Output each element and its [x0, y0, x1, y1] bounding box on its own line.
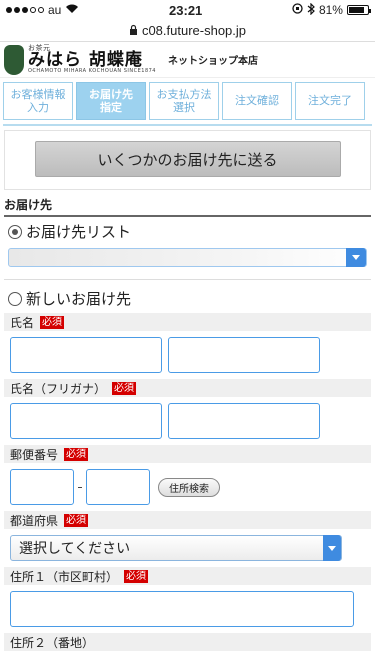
address1-fields — [4, 585, 371, 633]
status-right: 81% — [292, 2, 371, 18]
status-left: au — [6, 3, 79, 17]
prefecture-select-value: 選択してください — [19, 541, 131, 557]
zip-label: 郵便番号 必須 — [4, 445, 371, 463]
delivery-list-radio[interactable] — [8, 224, 22, 239]
last-name-input[interactable] — [10, 337, 162, 373]
pref-label-text: 都道府県 — [10, 513, 59, 528]
divider — [4, 279, 371, 280]
signal-icon — [6, 7, 44, 13]
last-name-kana-input[interactable] — [10, 403, 162, 439]
address1-label: 住所１（市区町村） 必須 — [4, 567, 371, 585]
new-address-form: 氏名 必須 氏名（フリガナ） 必須 郵便番号 必須 住所検索 都道府県 必須 選… — [4, 313, 371, 651]
chevron-down-icon — [323, 535, 341, 561]
status-bar: au 23:21 81% — [0, 0, 375, 20]
name-label-text: 氏名 — [10, 315, 35, 330]
checkout-step-2[interactable]: お届け先 指定 — [76, 82, 146, 120]
delivery-list-select[interactable] — [8, 248, 367, 267]
url-text: c08.future-shop.jp — [141, 23, 247, 38]
checkout-step-3[interactable]: お支払方法 選択 — [149, 82, 219, 120]
first-name-kana-input[interactable] — [168, 403, 320, 439]
site-header: お茶元 みはら 胡蝶庵 OCHAMOTO MIHARA KOCHOUAN SIN… — [0, 42, 375, 78]
required-badge: 必須 — [40, 315, 65, 329]
tea-pot-logo-icon — [4, 44, 24, 75]
zip-fields: 住所検索 — [4, 463, 371, 511]
steps-divider — [3, 124, 372, 126]
name-label: 氏名 必須 — [4, 313, 371, 331]
required-badge: 必須 — [112, 381, 137, 395]
checkout-step-4[interactable]: 注文確認 — [222, 82, 292, 120]
checkout-steps: お客様情報 入力 お届け先 指定 お支払方法 選択 注文確認 注文完了 — [0, 78, 375, 124]
lock-icon — [129, 23, 138, 38]
checkout-step-5[interactable]: 注文完了 — [295, 82, 365, 120]
prefecture-select[interactable]: 選択してください — [10, 535, 342, 561]
zip-dash — [78, 486, 82, 488]
multi-delivery-button[interactable]: いくつかのお届け先に送る — [34, 141, 341, 177]
address1-input[interactable] — [10, 591, 354, 627]
battery-icon — [346, 5, 371, 15]
brand-logo[interactable]: お茶元 みはら 胡蝶庵 OCHAMOTO MIHARA KOCHOUAN SIN… — [28, 45, 156, 74]
kana-fields — [4, 397, 371, 445]
brand-main: みはら 胡蝶庵 — [28, 50, 143, 70]
carrier-label: au — [48, 3, 62, 17]
multi-delivery-panel: いくつかのお届け先に送る — [4, 130, 371, 190]
pref-fields: 選択してください — [4, 529, 371, 567]
shop-label: ネットショップ本店 — [168, 56, 258, 67]
delivery-list-option[interactable]: お届け先リスト — [0, 217, 375, 246]
new-delivery-radio[interactable] — [8, 291, 22, 306]
name-fields — [4, 331, 371, 379]
address-bar[interactable]: c08.future-shop.jp — [0, 20, 375, 42]
address2-label: 住所２（番地） — [4, 633, 371, 651]
new-delivery-option[interactable]: 新しいお届け先 — [0, 284, 375, 313]
bluetooth-icon — [307, 2, 315, 18]
new-delivery-label: 新しいお届け先 — [26, 290, 132, 308]
clock: 23:21 — [169, 2, 203, 18]
checkout-step-1[interactable]: お客様情報 入力 — [3, 82, 73, 120]
brand-romaji: OCHAMOTO MIHARA KOCHOUAN SINCE1874 — [28, 68, 156, 74]
required-badge: 必須 — [64, 513, 89, 527]
required-badge: 必須 — [124, 569, 149, 583]
zip-second-input[interactable] — [86, 469, 150, 505]
wifi-icon — [65, 3, 79, 17]
delivery-list-label: お届け先リスト — [26, 223, 132, 241]
first-name-input[interactable] — [168, 337, 320, 373]
kana-label: 氏名（フリガナ） 必須 — [4, 379, 371, 397]
address1-label-text: 住所１（市区町村） — [10, 569, 119, 584]
chevron-down-icon — [346, 248, 366, 267]
kana-label-text: 氏名（フリガナ） — [10, 381, 107, 396]
orientation-lock-icon — [292, 3, 303, 17]
required-badge: 必須 — [64, 447, 89, 461]
delivery-section-title: お届け先 — [4, 196, 371, 217]
pref-label: 都道府県 必須 — [4, 511, 371, 529]
address-search-button[interactable]: 住所検索 — [158, 477, 220, 497]
address2-label-text: 住所２（番地） — [10, 635, 95, 650]
zip-first-input[interactable] — [10, 469, 74, 505]
battery-percent: 81% — [318, 3, 343, 17]
zip-label-text: 郵便番号 — [10, 447, 59, 462]
